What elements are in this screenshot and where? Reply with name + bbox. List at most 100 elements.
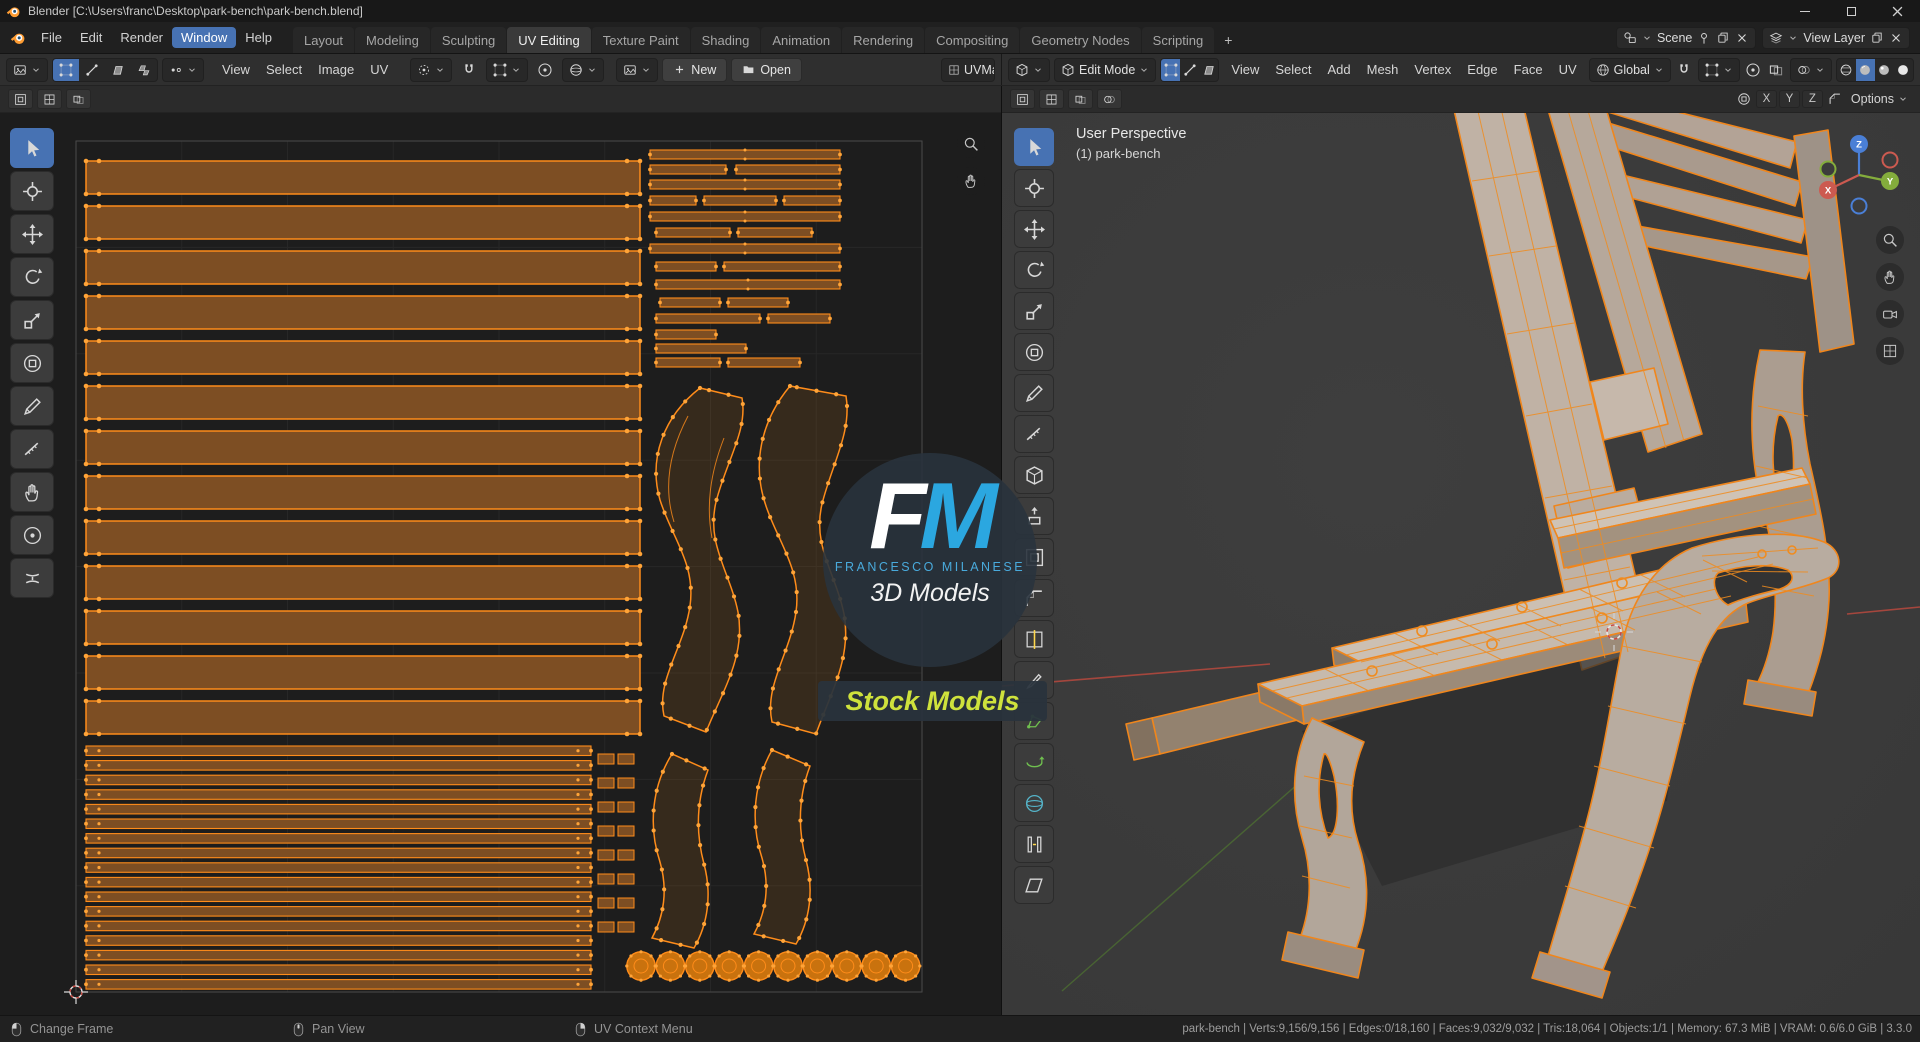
workspace-tab-sculpting[interactable]: Sculpting: [430, 27, 507, 53]
uv-menu-image[interactable]: Image: [310, 58, 362, 82]
overlays-selector[interactable]: [1789, 57, 1832, 82]
mode-selector[interactable]: Edit Mode: [1054, 57, 1157, 82]
remove-layer-icon[interactable]: [1889, 31, 1903, 45]
menu-window[interactable]: Window: [172, 27, 237, 48]
material-shading-button[interactable]: [1875, 59, 1894, 81]
viewport-menu-add[interactable]: Add: [1319, 58, 1358, 82]
zoom-button[interactable]: [957, 130, 985, 158]
menu-edit[interactable]: Edit: [71, 27, 111, 48]
uv-tool-grab[interactable]: [10, 472, 54, 512]
uv-tool-tweak-select[interactable]: [10, 128, 54, 168]
pan-button[interactable]: [957, 167, 985, 195]
editor-type-selector[interactable]: [6, 57, 48, 82]
sticky-selection-selector[interactable]: [162, 57, 204, 82]
uv-tool-relax[interactable]: [10, 515, 54, 555]
workspace-tab-texture-paint[interactable]: Texture Paint: [591, 27, 690, 53]
viewport-tool-transform[interactable]: [1014, 333, 1054, 371]
uv-tool-transform[interactable]: [10, 343, 54, 383]
workspace-tab-scripting[interactable]: Scripting: [1141, 27, 1215, 53]
workspace-tab-compositing[interactable]: Compositing: [925, 27, 1020, 53]
image-browse-selector[interactable]: [616, 57, 659, 82]
edge-mode-button[interactable]: [1180, 59, 1199, 81]
proportional-editing-toggle[interactable]: [1744, 58, 1763, 82]
viewport-tool-shear[interactable]: [1014, 866, 1054, 904]
mirror-axis-z[interactable]: Z: [1801, 90, 1823, 108]
select-mode-new-button[interactable]: [8, 89, 33, 109]
viewport-tool-annotate[interactable]: [1014, 374, 1054, 412]
viewport-menu-face[interactable]: Face: [1506, 58, 1551, 82]
mirror-axis-y[interactable]: Y: [1778, 90, 1800, 108]
viewport-tool-tweak-select[interactable]: [1014, 128, 1054, 166]
viewport-tool-move[interactable]: [1014, 210, 1054, 248]
uv-tool-scale[interactable]: [10, 300, 54, 340]
workspace-tab-layout[interactable]: Layout: [293, 27, 355, 53]
menu-file[interactable]: File: [32, 27, 71, 48]
viewport-tool-rotate[interactable]: [1014, 251, 1054, 289]
minimize-button[interactable]: [1782, 0, 1828, 22]
blender-app-menu[interactable]: [4, 22, 32, 53]
open-image-button[interactable]: Open: [731, 57, 802, 82]
view-layer-selector[interactable]: View Layer: [1762, 26, 1910, 49]
new-layer-icon[interactable]: [1870, 31, 1884, 45]
snap-toggle[interactable]: [456, 58, 482, 82]
viewport-menu-uv[interactable]: UV: [1551, 58, 1585, 82]
uv-tool-rotate[interactable]: [10, 257, 54, 297]
snap-target-selector[interactable]: [1697, 57, 1740, 82]
select-mode-subtract-button[interactable]: [66, 89, 91, 109]
workspace-tab-animation[interactable]: Animation: [761, 27, 842, 53]
proportional-editing-toggle[interactable]: [532, 58, 558, 82]
uv-tool-cursor[interactable]: [10, 171, 54, 211]
viewport-tool-edge-slide[interactable]: [1014, 825, 1054, 863]
workspace-tab-modeling[interactable]: Modeling: [355, 27, 430, 53]
maximize-button[interactable]: [1828, 0, 1874, 22]
viewport-tool-scale[interactable]: [1014, 292, 1054, 330]
vertex-mode-button[interactable]: [1161, 58, 1181, 81]
uv-select-face-button[interactable]: [105, 59, 131, 81]
close-button[interactable]: [1874, 0, 1920, 22]
viewport-menu-view[interactable]: View: [1223, 58, 1267, 82]
proportional-falloff-selector[interactable]: [562, 57, 605, 82]
mirror-axis-x[interactable]: X: [1755, 90, 1777, 108]
workspace-tab-rendering[interactable]: Rendering: [842, 27, 925, 53]
solid-shading-button[interactable]: [1855, 58, 1875, 81]
new-image-button[interactable]: New: [662, 57, 728, 82]
add-workspace-button[interactable]: +: [1215, 27, 1241, 53]
uv-menu-select[interactable]: Select: [258, 58, 310, 82]
viewport-menu-edge[interactable]: Edge: [1459, 58, 1505, 82]
workspace-tab-shading[interactable]: Shading: [690, 27, 761, 53]
options-dropdown[interactable]: Options: [1847, 92, 1912, 106]
uv-tool-move[interactable]: [10, 214, 54, 254]
workspace-tab-uv-editing[interactable]: UV Editing: [507, 27, 591, 53]
zoom-button[interactable]: [1876, 226, 1904, 254]
park-bench-model[interactable]: [1125, 86, 1855, 999]
snap-toggle[interactable]: [1675, 58, 1694, 82]
snap-target-selector[interactable]: [486, 57, 529, 82]
uv-tool-pinch[interactable]: [10, 558, 54, 598]
pan-button[interactable]: [1876, 263, 1904, 291]
uv-select-island-button[interactable]: [131, 59, 157, 81]
unlink-icon[interactable]: [1735, 31, 1749, 45]
workspace-tab-geometry-nodes[interactable]: Geometry Nodes: [1020, 27, 1141, 53]
transform-orientation-selector[interactable]: Global: [1588, 57, 1671, 82]
editor-type-selector[interactable]: [1008, 57, 1050, 82]
uv-map-selector[interactable]: UVMap: [941, 57, 995, 82]
camera-view-button[interactable]: [1876, 300, 1904, 328]
pivot-point-selector[interactable]: [410, 57, 453, 82]
select-mode-intersect-button[interactable]: [1097, 89, 1122, 109]
uv-menu-uv[interactable]: UV: [362, 58, 396, 82]
select-mode-subtract-button[interactable]: [1068, 89, 1093, 109]
viewport-canvas[interactable]: [1002, 86, 1920, 1015]
wireframe-shading-button[interactable]: [1837, 59, 1856, 81]
uv-tool-annotate[interactable]: [10, 386, 54, 426]
perspective-toggle-button[interactable]: [1876, 337, 1904, 365]
viewport-tool-measure[interactable]: [1014, 415, 1054, 453]
viewport-menu-mesh[interactable]: Mesh: [1359, 58, 1407, 82]
scene-selector[interactable]: Scene: [1615, 26, 1757, 49]
rendered-shading-button[interactable]: [1894, 59, 1913, 81]
viewport-tool-smooth[interactable]: [1014, 784, 1054, 822]
uv-select-vertex-button[interactable]: [53, 58, 79, 81]
menu-help[interactable]: Help: [236, 27, 281, 48]
navigation-gizmo[interactable]: Z X Y: [1815, 131, 1903, 219]
viewport-tool-spin[interactable]: [1014, 743, 1054, 781]
menu-render[interactable]: Render: [111, 27, 172, 48]
